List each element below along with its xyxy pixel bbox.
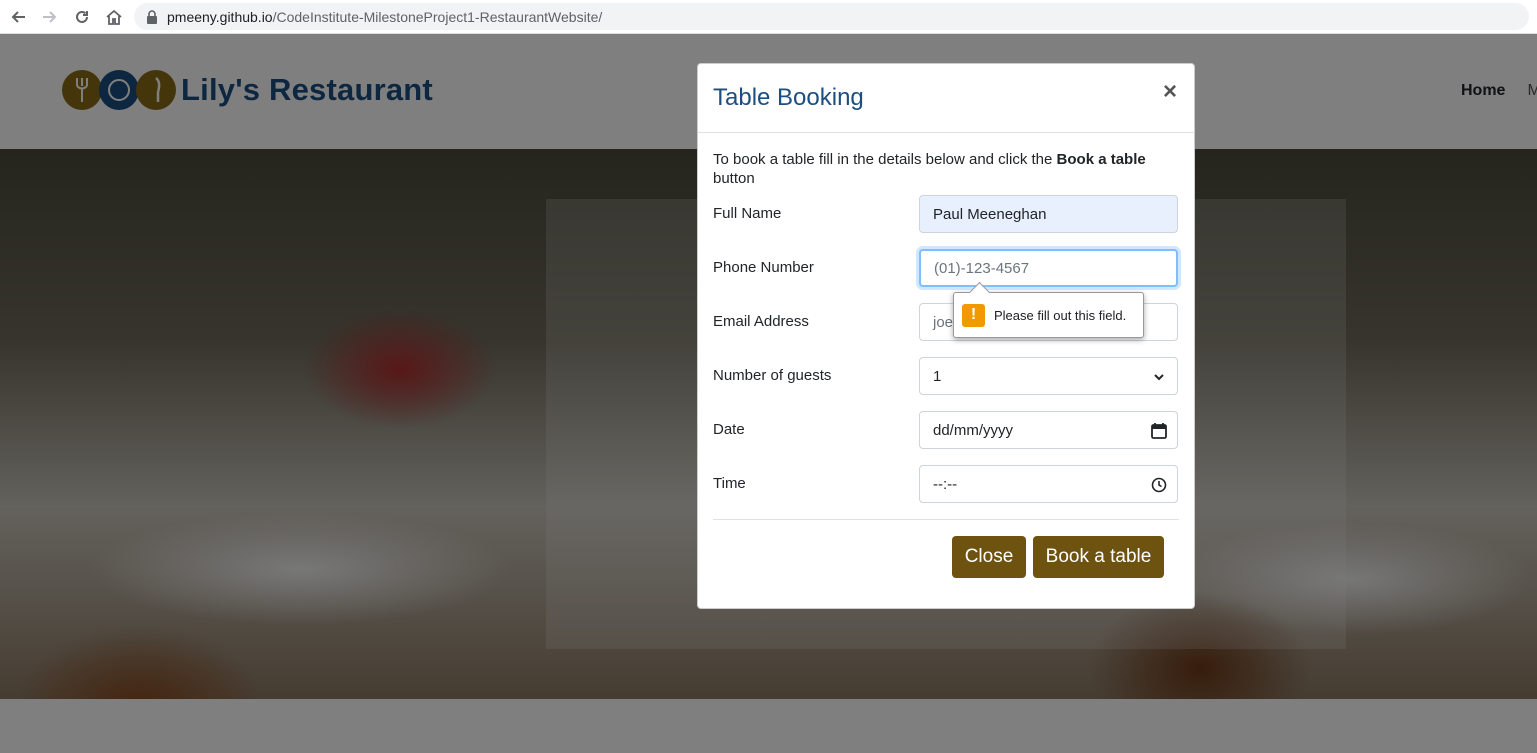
home-button[interactable] <box>98 1 130 33</box>
phone-placeholder: (01)-123-4567 <box>934 259 1030 277</box>
modal-title: Table Booking <box>713 84 864 111</box>
time-row: Time --:-- <box>713 465 1179 503</box>
back-button[interactable] <box>2 1 34 33</box>
close-icon[interactable]: × <box>1163 80 1177 104</box>
full-name-label: Full Name <box>713 205 782 222</box>
forward-button[interactable] <box>34 1 66 33</box>
url-host: pmeeny.github.io <box>167 8 273 25</box>
close-button[interactable]: Close <box>952 536 1026 578</box>
time-label: Time <box>713 475 746 492</box>
lock-icon <box>147 9 157 24</box>
reload-button[interactable] <box>66 1 98 33</box>
date-placeholder: dd/mm/yyyy <box>933 421 1014 439</box>
date-label: Date <box>713 421 745 438</box>
clock-icon[interactable] <box>1150 476 1168 494</box>
validation-tooltip: ! Please fill out this field. <box>953 292 1144 338</box>
date-row: Date dd/mm/yyyy <box>713 411 1179 449</box>
guests-value: 1 <box>933 367 942 385</box>
email-label: Email Address <box>713 313 809 330</box>
book-table-button[interactable]: Book a table <box>1033 536 1164 578</box>
warning-icon: ! <box>962 303 985 327</box>
chevron-down-icon <box>1154 374 1164 381</box>
calendar-icon[interactable] <box>1150 422 1168 440</box>
guests-row: Number of guests 1 <box>713 357 1179 395</box>
browser-toolbar: pmeeny.github.io/CodeInstitute-Milestone… <box>0 0 1537 34</box>
back-arrow-icon <box>11 10 25 23</box>
phone-row: Phone Number (01)-123-4567 <box>713 249 1179 287</box>
validation-message: Please fill out this field. <box>994 307 1127 323</box>
guests-select[interactable]: 1 <box>919 357 1178 395</box>
guests-label: Number of guests <box>713 367 832 384</box>
home-icon <box>106 9 122 25</box>
reload-icon <box>76 10 88 23</box>
time-input[interactable]: --:-- <box>919 465 1178 503</box>
address-bar[interactable]: pmeeny.github.io/CodeInstitute-Milestone… <box>134 3 1529 30</box>
time-placeholder: --:-- <box>933 475 958 493</box>
modal-header: Table Booking × <box>698 64 1194 133</box>
modal-footer-divider <box>713 519 1179 520</box>
phone-input[interactable]: (01)-123-4567 <box>919 249 1178 287</box>
email-placeholder: joe <box>933 313 954 331</box>
url-path: /CodeInstitute-MilestoneProject1-Restaur… <box>272 8 603 25</box>
forward-arrow-icon <box>43 10 57 23</box>
full-name-value: Paul Meeneghan <box>933 205 1047 223</box>
date-input[interactable]: dd/mm/yyyy <box>919 411 1178 449</box>
instructions-bold: Book a table <box>1056 151 1146 168</box>
booking-instructions: To book a table fill in the details belo… <box>713 150 1183 188</box>
phone-label: Phone Number <box>713 259 814 276</box>
full-name-row: Full Name Paul Meeneghan <box>713 195 1179 233</box>
instructions-suffix: button <box>713 170 755 187</box>
full-name-input[interactable]: Paul Meeneghan <box>919 195 1178 233</box>
instructions-text: To book a table fill in the details belo… <box>713 151 1057 168</box>
